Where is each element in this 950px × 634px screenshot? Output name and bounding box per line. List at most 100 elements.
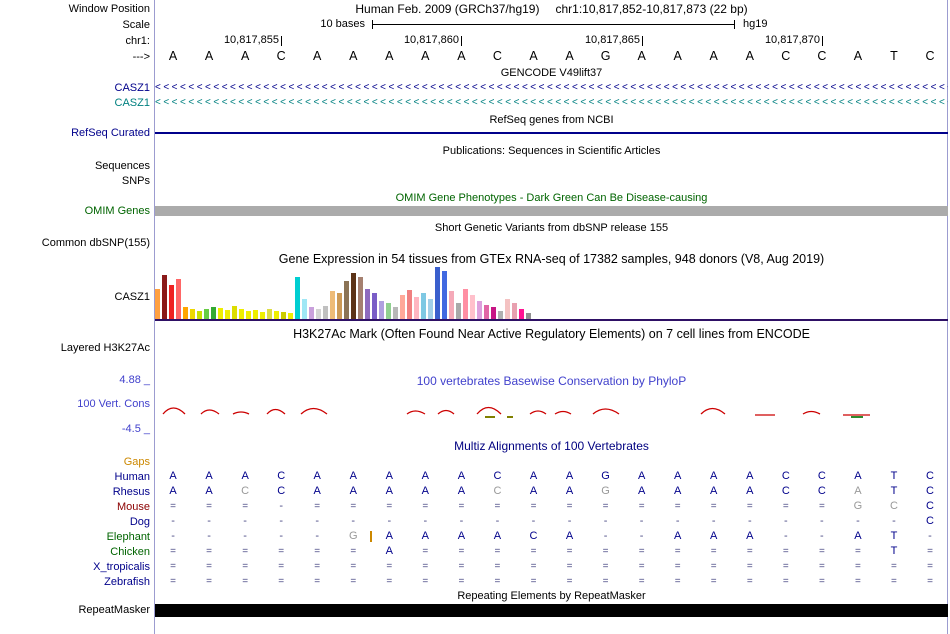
species-label-chicken[interactable]: Chicken [0,546,155,558]
common-dbsnp-label[interactable]: Common dbSNP(155) [0,237,155,249]
gtex-tissue-bar[interactable] [358,277,363,319]
gtex-tissue-bar[interactable] [498,311,503,319]
chrom-ruler-row[interactable]: chr1: 10,817,855 10,817,860 10,817,865 10,8… [0,34,948,48]
alignment-row-mouse[interactable]: = = = - = = = = = = = = = = = = = = = G C C [155,499,948,514]
alignment-row-rhesus[interactable]: AACCAAAAACAAGAAAACCATC [155,484,948,499]
gtex-tissue-bar[interactable] [155,289,160,319]
gtex-tissue-bar[interactable] [239,309,244,319]
gtex-tissue-bar[interactable] [323,306,328,319]
sequences-label[interactable]: Sequences [0,160,155,172]
species-label-x_tropicalis[interactable]: X_tropicalis [0,561,155,573]
gtex-tissue-bar[interactable] [316,309,321,319]
gtex-tissue-bar[interactable] [379,301,384,319]
vert-cons-label[interactable]: 100 Vert. Cons [0,398,155,410]
gtex-tissue-bar[interactable] [428,299,433,319]
gtex-tissue-bar[interactable] [442,271,447,319]
gtex-tissue-bar[interactable] [295,277,300,319]
repeatmasker-bar[interactable] [155,604,948,617]
gtex-tissue-bar[interactable] [393,307,398,319]
sequence-row[interactable]: ---> A A A C A A A A A C A A G A A A A C C A T C [0,49,948,64]
gtex-tissue-bar[interactable] [400,295,405,319]
gtex-tissue-bar[interactable] [204,309,209,319]
alignment-row-zebrafish[interactable]: = = = = = = = = = = = = = = = = = = = = = = [155,574,948,589]
sequence-cells[interactable]: AAACAAAAACAAGAAAACCATC [155,49,948,64]
gtex-tissue-bar[interactable] [267,309,272,319]
gtex-tissue-bar[interactable] [183,307,188,319]
species-label-gaps[interactable]: Gaps [0,456,155,468]
alignment-row-x_tropicalis[interactable]: = = = = = = = = = = = = = = = = = = = = = = [155,559,948,574]
gtex-tissue-bar[interactable] [372,293,377,319]
gtex-tissue-bar[interactable] [169,285,174,319]
refseq-gene-line[interactable] [155,132,948,134]
gencode-transcript-line[interactable]: <<<<<<<<<<<<<<<<<<<<<<<<<<<<<<<<<<<<<<<<… [155,95,948,110]
gtex-tissue-bar[interactable] [519,309,524,319]
omim-genes-label[interactable]: OMIM Genes [0,205,155,217]
gtex-tissue-bar[interactable] [253,310,258,319]
gtex-tissue-bar[interactable] [344,281,349,319]
gtex-tissue-bar[interactable] [176,279,181,319]
align-cell: G [601,470,610,482]
gtex-tissue-bar[interactable] [477,301,482,319]
gtex-tissue-bar[interactable] [414,297,419,319]
repeatmasker-track-title: Repeating Elements by RepeatMasker [457,590,646,602]
alignment-row-dog[interactable]: ---------------------C [155,514,948,529]
layered-h3k27ac-label[interactable]: Layered H3K27Ac [0,342,155,354]
gtex-tissue-bar[interactable] [463,289,468,319]
gtex-tissue-bar[interactable] [190,309,195,319]
gtex-tissue-bar[interactable] [407,290,412,319]
base-letter: C [492,49,502,63]
gtex-tissue-bar[interactable] [211,307,216,319]
refseq-curated-label[interactable]: RefSeq Curated [0,127,155,139]
gtex-tissue-bar[interactable] [365,289,370,319]
gtex-tissue-bar[interactable] [162,275,167,319]
gtex-tissue-bar[interactable] [330,291,335,319]
gtex-tissue-bar[interactable] [274,311,279,319]
align-cell: - [351,515,356,527]
alignment-row-human[interactable]: AAACAAAAACAAGAAAACCATC [155,469,948,484]
alignment-row-gaps[interactable] [155,454,948,469]
gtex-tissue-bar[interactable] [505,299,510,319]
species-label-dog[interactable]: Dog [0,516,155,528]
species-label-rhesus[interactable]: Rhesus [0,486,155,498]
gencode-transcript-line[interactable]: <<<<<<<<<<<<<<<<<<<<<<<<<<<<<<<<<<<<<<<<… [155,80,948,95]
gtex-tissue-bar[interactable] [470,295,475,319]
gtex-tissue-bar[interactable] [260,312,265,319]
gencode-gene-label[interactable]: CASZ1 [0,97,155,109]
gtex-tissue-bar[interactable] [225,310,230,319]
gtex-tissue-bar[interactable] [246,311,251,319]
gtex-tissue-bar[interactable] [435,267,440,319]
gtex-tissue-bar[interactable] [351,273,356,319]
gtex-tissue-bar[interactable] [512,303,517,319]
species-label-zebrafish[interactable]: Zebrafish [0,576,155,588]
genome-browser-tracks-image: Window Position Human Feb. 2009 (GRCh37/… [0,0,950,634]
gtex-bars[interactable] [155,267,948,319]
phylop-wiggle[interactable] [155,392,948,430]
gtex-tissue-bar[interactable] [281,312,286,319]
species-label-mouse[interactable]: Mouse [0,501,155,513]
snps-label[interactable]: SNPs [0,175,155,187]
align-cell: = [746,576,753,587]
gtex-tissue-bar[interactable] [337,293,342,319]
phylop-positive-signal [162,406,870,416]
alignment-row-chicken[interactable]: = = = = = = A = = = = = = = = = = = = = T = [155,544,948,559]
gtex-tissue-bar[interactable] [491,307,496,319]
gtex-tissue-bar[interactable] [232,306,237,319]
align-cell [624,454,660,469]
species-label-elephant[interactable]: Elephant [0,531,155,543]
gtex-tissue-bar[interactable] [302,299,307,319]
coordinate-ruler[interactable]: 10,817,855 10,817,860 10,817,865 10,817,870 [155,34,948,48]
gencode-gene-label[interactable]: CASZ1 [0,82,155,94]
alignment-row-elephant[interactable]: -----GAAAACA--AAA--AT- [155,529,948,544]
gtex-tissue-bar[interactable] [218,308,223,319]
gtex-tissue-bar[interactable] [197,311,202,319]
species-label-human[interactable]: Human [0,471,155,483]
gtex-tissue-bar[interactable] [309,307,314,319]
gtex-tissue-bar[interactable] [484,305,489,319]
gtex-tissue-bar[interactable] [449,291,454,319]
omim-gene-bar[interactable] [155,206,948,216]
gtex-gene-label[interactable]: CASZ1 [0,291,155,303]
repeatmasker-label[interactable]: RepeatMasker [0,604,155,616]
gtex-tissue-bar[interactable] [386,303,391,319]
gtex-tissue-bar[interactable] [421,293,426,319]
gtex-tissue-bar[interactable] [456,303,461,319]
